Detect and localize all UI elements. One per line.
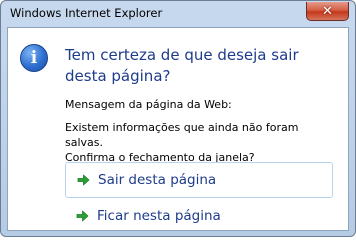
green-arrow-icon — [75, 209, 89, 223]
leave-page-button[interactable]: Sair desta página — [65, 162, 333, 198]
dialog-message: Existem informações que ainda não foram … — [65, 120, 335, 165]
dialog-content: i Tem certeza de que deseja sair desta p… — [7, 27, 349, 231]
window-title: Windows Internet Explorer — [10, 6, 163, 20]
green-arrow-icon — [76, 173, 90, 187]
message-line-1: Existem informações que ainda não foram … — [65, 121, 299, 149]
leave-page-label: Sair desta página — [98, 172, 217, 188]
message-source-label: Mensagem da página da Web: — [65, 98, 232, 111]
dialog-window: Windows Internet Explorer ✕ i Tem certez… — [0, 0, 356, 237]
close-icon: ✕ — [322, 3, 333, 19]
title-bar[interactable]: Windows Internet Explorer ✕ — [1, 1, 355, 25]
stay-on-page-button[interactable]: Ficar nesta página — [65, 198, 333, 234]
info-icon: i — [20, 44, 48, 72]
stay-on-page-label: Ficar nesta página — [97, 208, 221, 224]
info-icon-glyph: i — [30, 47, 38, 68]
close-button[interactable]: ✕ — [306, 2, 349, 21]
dialog-headline: Tem certeza de que deseja sair desta pág… — [65, 46, 299, 85]
